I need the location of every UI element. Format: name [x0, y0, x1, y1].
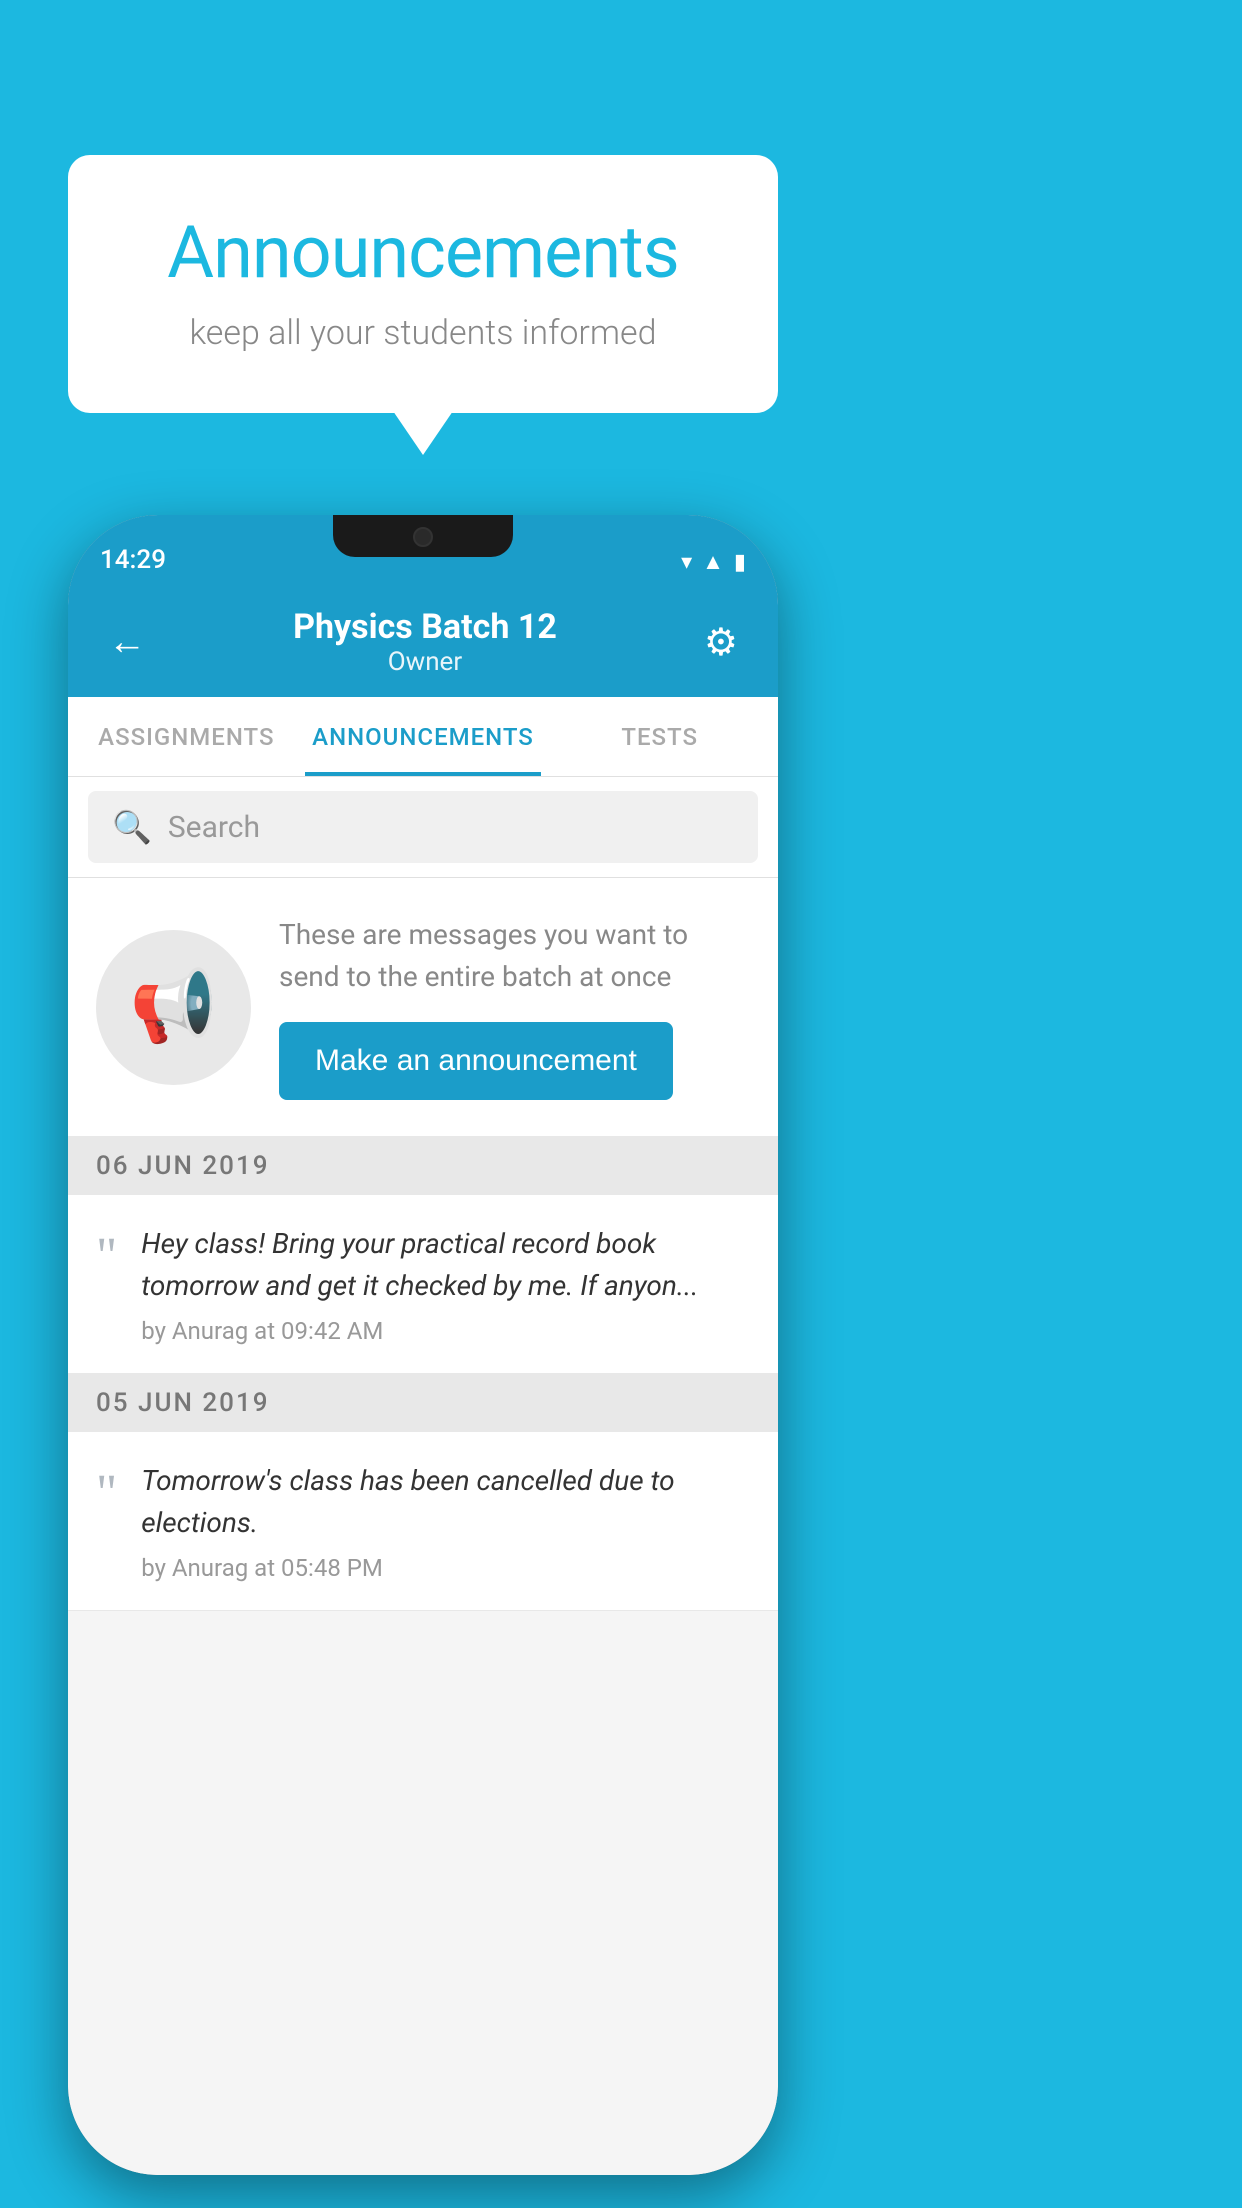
tabs-bar: ASSIGNMENTS ANNOUNCEMENTS TESTS	[68, 697, 778, 777]
wifi-icon: ▾	[681, 550, 692, 575]
quote-icon-1: "	[96, 1231, 117, 1283]
announcement-item-2[interactable]: " Tomorrow's class has been cancelled du…	[68, 1432, 778, 1611]
settings-icon[interactable]: ⚙	[694, 610, 748, 675]
date-label-2: 05 JUN 2019	[96, 1388, 270, 1418]
tab-assignments[interactable]: ASSIGNMENTS	[68, 697, 305, 776]
header-subtitle: Owner	[156, 647, 694, 677]
back-button[interactable]: ←	[98, 610, 156, 674]
search-placeholder: Search	[168, 810, 260, 845]
quote-icon-2: "	[96, 1468, 117, 1520]
header-title: Physics Batch 12	[156, 607, 694, 647]
app-header: ← Physics Batch 12 Owner ⚙	[68, 587, 778, 697]
battery-icon: ▮	[734, 550, 746, 575]
search-icon: 🔍	[112, 808, 152, 846]
tab-tests[interactable]: TESTS	[541, 697, 778, 776]
speech-bubble-subtitle: keep all your students informed	[128, 313, 718, 353]
promo-right: These are messages you want to send to t…	[279, 914, 750, 1100]
promo-icon-circle: 📢	[96, 930, 251, 1085]
search-bar[interactable]: 🔍 Search	[88, 791, 758, 863]
signal-icon: ▲	[702, 549, 724, 575]
screen-content: 🔍 Search 📢 These are messages you want t…	[68, 777, 778, 2175]
announcement-item-1[interactable]: " Hey class! Bring your practical record…	[68, 1195, 778, 1374]
announcement-text-2: Tomorrow's class has been cancelled due …	[141, 1460, 750, 1544]
announcement-text-1: Hey class! Bring your practical record b…	[141, 1223, 750, 1307]
date-label-1: 06 JUN 2019	[96, 1151, 270, 1181]
date-separator-1: 06 JUN 2019	[68, 1137, 778, 1195]
header-title-area: Physics Batch 12 Owner	[156, 607, 694, 677]
status-icons: ▾ ▲ ▮	[681, 549, 746, 575]
screen: 14:29 ▾ ▲ ▮ ← Physics Batch 12 Owner ⚙	[68, 515, 778, 2175]
announcement-meta-1: by Anurag at 09:42 AM	[141, 1317, 750, 1345]
speech-bubble: Announcements keep all your students inf…	[68, 155, 778, 413]
announcement-meta-2: by Anurag at 05:48 PM	[141, 1554, 750, 1582]
announcement-icon: 📢	[130, 966, 217, 1048]
speech-bubble-title: Announcements	[128, 210, 718, 295]
front-camera	[413, 527, 433, 547]
notch	[333, 515, 513, 557]
phone-frame: 14:29 ▾ ▲ ▮ ← Physics Batch 12 Owner ⚙	[68, 515, 778, 2175]
announcement-text-area-2: Tomorrow's class has been cancelled due …	[141, 1460, 750, 1582]
promo-card: 📢 These are messages you want to send to…	[68, 878, 778, 1137]
announcement-text-area-1: Hey class! Bring your practical record b…	[141, 1223, 750, 1345]
date-separator-2: 05 JUN 2019	[68, 1374, 778, 1432]
search-bar-container: 🔍 Search	[68, 777, 778, 878]
make-announcement-button[interactable]: Make an announcement	[279, 1022, 673, 1100]
speech-bubble-container: Announcements keep all your students inf…	[68, 155, 778, 413]
tab-announcements[interactable]: ANNOUNCEMENTS	[305, 697, 542, 776]
phone-body: 14:29 ▾ ▲ ▮ ← Physics Batch 12 Owner ⚙	[68, 515, 778, 2175]
promo-description: These are messages you want to send to t…	[279, 914, 750, 998]
